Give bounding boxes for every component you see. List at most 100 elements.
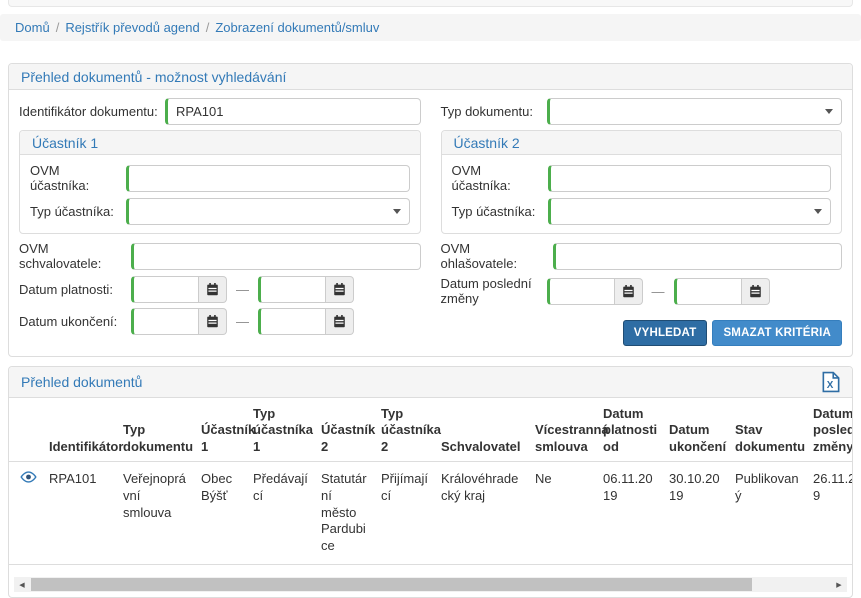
column-header: Schvalovatel	[435, 398, 529, 461]
calendar-icon	[622, 285, 635, 298]
column-header: Účastník 2	[315, 398, 375, 461]
column-header: Typ účastníka 2	[375, 398, 435, 461]
results-table: Identifikátor Typ dokumentu Účastník 1 T…	[9, 398, 852, 565]
scroll-right-arrow-icon[interactable]: ▶	[831, 577, 847, 592]
calendar-icon	[749, 285, 762, 298]
last-change-to-calendar-button[interactable]	[742, 278, 770, 305]
last-change-from-calendar-button[interactable]	[615, 278, 643, 305]
search-panel-title: Přehled dokumentů - možnost vyhledávání	[9, 64, 852, 90]
cell-last-change: 26.11.2019	[807, 461, 852, 564]
scroll-left-arrow-icon[interactable]: ◀	[14, 577, 30, 592]
column-header: Typ účastníka 1	[247, 398, 315, 461]
participant2-panel: Účastník 2 OVM účastníka: Typ účastníka:	[441, 130, 843, 234]
doc-type-select[interactable]	[547, 98, 843, 125]
cell-end-date: 30.10.2019	[663, 461, 729, 564]
column-header: Datum ukončení	[663, 398, 729, 461]
clear-criteria-button[interactable]: SMAZAT KRITÉRIA	[712, 320, 842, 346]
cell-valid-from: 06.11.2019	[597, 461, 663, 564]
date-range-dash: —	[652, 284, 665, 299]
table-row: RPA101 Veřejnoprávní smlouva Obec Býšť P…	[9, 461, 852, 564]
cell-participant2-type: Přijímající	[375, 461, 435, 564]
search-panel: Přehled dokumentů - možnost vyhledávání …	[8, 63, 853, 357]
svg-text:X: X	[827, 380, 834, 391]
excel-export-icon: X	[822, 371, 840, 393]
breadcrumb-link-registry[interactable]: Rejstřík převodů agend	[65, 20, 199, 35]
table-header-row: Identifikátor Typ dokumentu Účastník 1 T…	[9, 398, 852, 461]
column-header: Vícestranná smlouva	[529, 398, 597, 461]
breadcrumb: Domů / Rejstřík převodů agend / Zobrazen…	[0, 14, 861, 41]
excel-export-button[interactable]: X	[822, 371, 840, 393]
column-header: Datum platnosti od	[597, 398, 663, 461]
calendar-icon	[206, 315, 219, 328]
validity-date-label: Datum platnosti:	[19, 282, 131, 297]
validity-to-calendar-button[interactable]	[326, 276, 354, 303]
identifier-input[interactable]	[165, 98, 421, 125]
identifier-label: Identifikátor dokumentu:	[19, 104, 165, 119]
results-table-container: Identifikátor Typ dokumentu Účastník 1 T…	[9, 398, 852, 565]
last-change-from-input[interactable]	[547, 278, 615, 305]
date-range-dash: —	[236, 314, 249, 329]
cell-identifier: RPA101	[43, 461, 117, 564]
results-panel-title: Přehled dokumentů	[21, 374, 142, 390]
participant1-ovm-label: OVM účastníka:	[30, 163, 126, 193]
eye-icon	[20, 471, 37, 483]
participant1-panel: Účastník 1 OVM účastníka: Typ účastníka:	[19, 130, 421, 234]
validity-to-input[interactable]	[258, 276, 326, 303]
doc-type-label: Typ dokumentu:	[441, 104, 547, 119]
breadcrumb-link-home[interactable]: Domů	[15, 20, 50, 35]
approver-ovm-label: OVM schvalovatele:	[19, 241, 131, 271]
notifier-ovm-input[interactable]	[553, 243, 843, 270]
calendar-icon	[206, 283, 219, 296]
last-change-to-input[interactable]	[674, 278, 742, 305]
breadcrumb-separator: /	[56, 20, 60, 35]
cell-doc-type: Veřejnoprávní smlouva	[117, 461, 195, 564]
end-to-calendar-button[interactable]	[326, 308, 354, 335]
end-from-calendar-button[interactable]	[199, 308, 227, 335]
search-panel-body: Identifikátor dokumentu: Účastník 1 OVM …	[9, 90, 852, 356]
column-header: Identifikátor	[43, 398, 117, 461]
date-range-dash: —	[236, 282, 249, 297]
participant1-type-select[interactable]	[126, 198, 410, 225]
column-header: Typ dokumentu	[117, 398, 195, 461]
participant1-type-label: Typ účastníka:	[30, 204, 126, 219]
view-detail-button[interactable]	[20, 471, 37, 488]
validity-from-input[interactable]	[131, 276, 199, 303]
participant1-title: Účastník 1	[20, 131, 420, 155]
search-right-column: Typ dokumentu: Účastník 2 OVM účastníka:…	[441, 98, 843, 346]
cell-participant2: Statutární město Pardubice	[315, 461, 375, 564]
participant2-type-label: Typ účastníka:	[452, 204, 548, 219]
scrollbar-thumb[interactable]	[31, 578, 752, 591]
cell-participant1: Obec Býšť	[195, 461, 247, 564]
end-date-label: Datum ukončení:	[19, 314, 131, 329]
approver-ovm-input[interactable]	[131, 243, 421, 270]
column-header-actions	[9, 398, 43, 461]
end-from-input[interactable]	[131, 308, 199, 335]
participant2-ovm-label: OVM účastníka:	[452, 163, 548, 193]
search-left-column: Identifikátor dokumentu: Účastník 1 OVM …	[19, 98, 421, 346]
breadcrumb-link-documents[interactable]: Zobrazení dokumentů/smluv	[215, 20, 379, 35]
participant2-ovm-input[interactable]	[548, 165, 832, 192]
row-detail-cell	[9, 461, 43, 564]
cell-status: Publikovaný	[729, 461, 807, 564]
calendar-icon	[333, 315, 346, 328]
breadcrumb-separator: /	[206, 20, 210, 35]
results-panel: Přehled dokumentů X Identifikátor Typ do…	[8, 366, 853, 598]
chevron-down-icon	[825, 109, 833, 114]
search-button[interactable]: VYHLEDAT	[623, 320, 708, 346]
notifier-ovm-label: OVM ohlašovatele:	[441, 241, 553, 271]
end-to-input[interactable]	[258, 308, 326, 335]
participant2-title: Účastník 2	[442, 131, 842, 155]
participant1-ovm-input[interactable]	[126, 165, 410, 192]
last-change-date-label: Datum poslední změny	[441, 276, 547, 306]
column-header: Účastník 1	[195, 398, 247, 461]
participant2-type-select[interactable]	[548, 198, 832, 225]
search-panel-title-text: Přehled dokumentů - možnost vyhledávání	[21, 69, 286, 85]
cell-approver: Královéhradecký kraj	[435, 461, 529, 564]
column-header: Datum poslední změny	[807, 398, 852, 461]
calendar-icon	[333, 283, 346, 296]
validity-from-calendar-button[interactable]	[199, 276, 227, 303]
chevron-down-icon	[393, 209, 401, 214]
column-header: Stav dokumentu	[729, 398, 807, 461]
top-nav-remnant	[8, 0, 853, 7]
horizontal-scrollbar[interactable]: ◀ ▶	[14, 577, 847, 592]
